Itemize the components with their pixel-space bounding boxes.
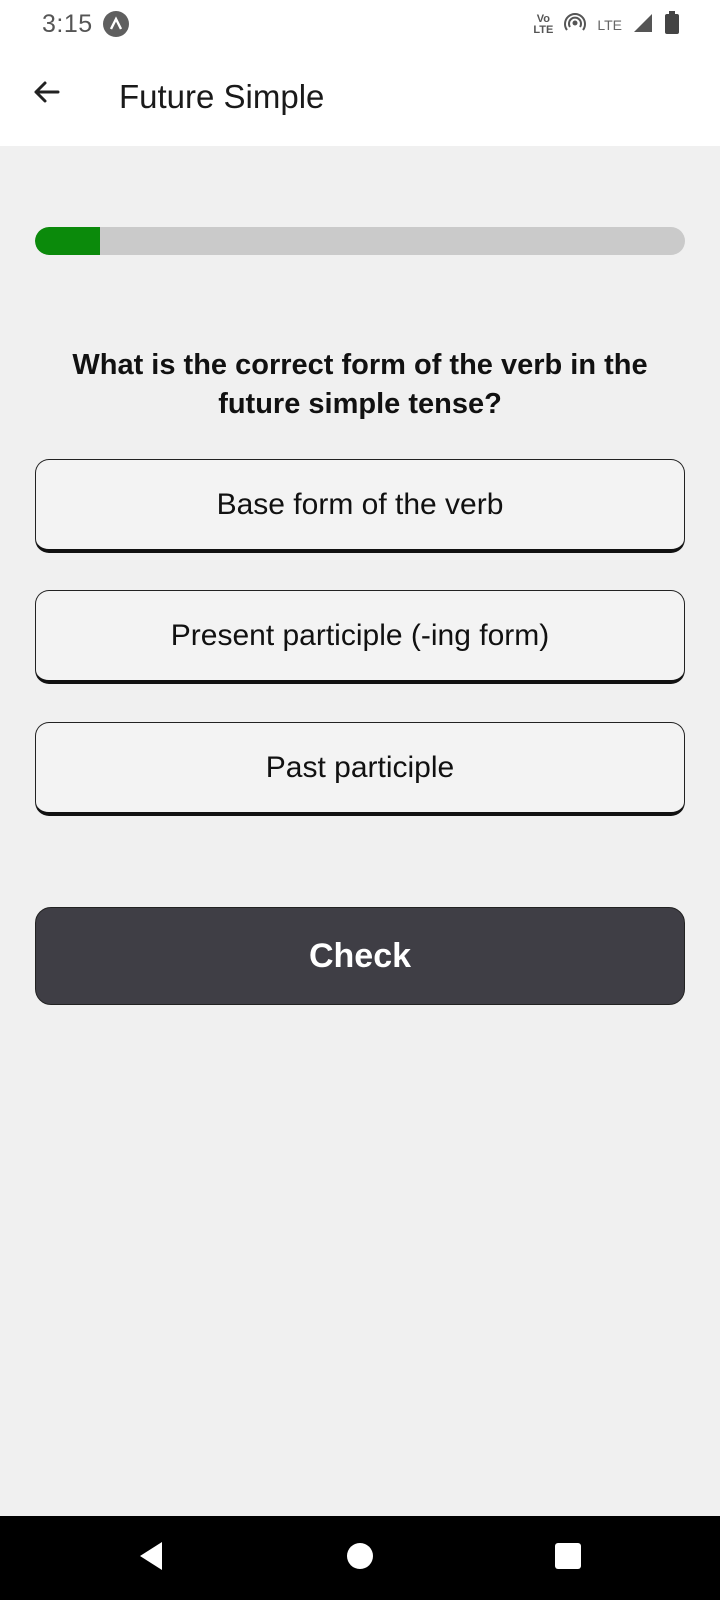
answer-option-label: Past participle — [265, 750, 455, 784]
status-time: 3:15 — [42, 9, 93, 38]
hotspot-icon — [563, 11, 587, 40]
page-title: Future Simple — [119, 78, 325, 115]
nav-home-icon — [345, 1541, 375, 1576]
answer-option-label: Base form of the verb — [216, 487, 504, 521]
progress-fill — [35, 227, 100, 255]
nav-back-icon — [136, 1540, 166, 1577]
question-text: What is the correct form of the verb in … — [72, 349, 648, 420]
nav-recents-icon — [554, 1542, 582, 1575]
network-label: LTE — [597, 17, 622, 33]
back-button[interactable] — [22, 70, 70, 118]
nav-home-button[interactable] — [340, 1538, 380, 1578]
back-arrow-icon — [30, 76, 62, 113]
battery-icon — [664, 10, 680, 40]
app-bar: Future Simple — [0, 48, 720, 146]
check-button[interactable]: Check — [35, 907, 685, 1005]
progress-bar — [35, 227, 685, 255]
answer-option-label: Present participle (-ing form) — [170, 618, 550, 652]
status-icons: Vo LTE LTE — [533, 10, 680, 40]
app-notification-icon — [102, 11, 129, 37]
answer-option[interactable]: Base form of the verb — [35, 459, 685, 553]
answer-option[interactable]: Past participle — [35, 722, 685, 816]
volte-bottom-label: LTE — [533, 24, 554, 36]
system-nav-bar — [0, 1516, 720, 1600]
status-bar: 3:15 Vo LTE LTE — [0, 0, 720, 48]
volte-icon: Vo LTE — [533, 14, 553, 36]
answer-option[interactable]: Present participle (-ing form) — [35, 590, 685, 684]
signal-icon — [632, 12, 654, 39]
nav-back-button[interactable] — [131, 1538, 171, 1578]
nav-recents-button[interactable] — [548, 1538, 588, 1578]
check-button-label: Check — [308, 936, 412, 975]
